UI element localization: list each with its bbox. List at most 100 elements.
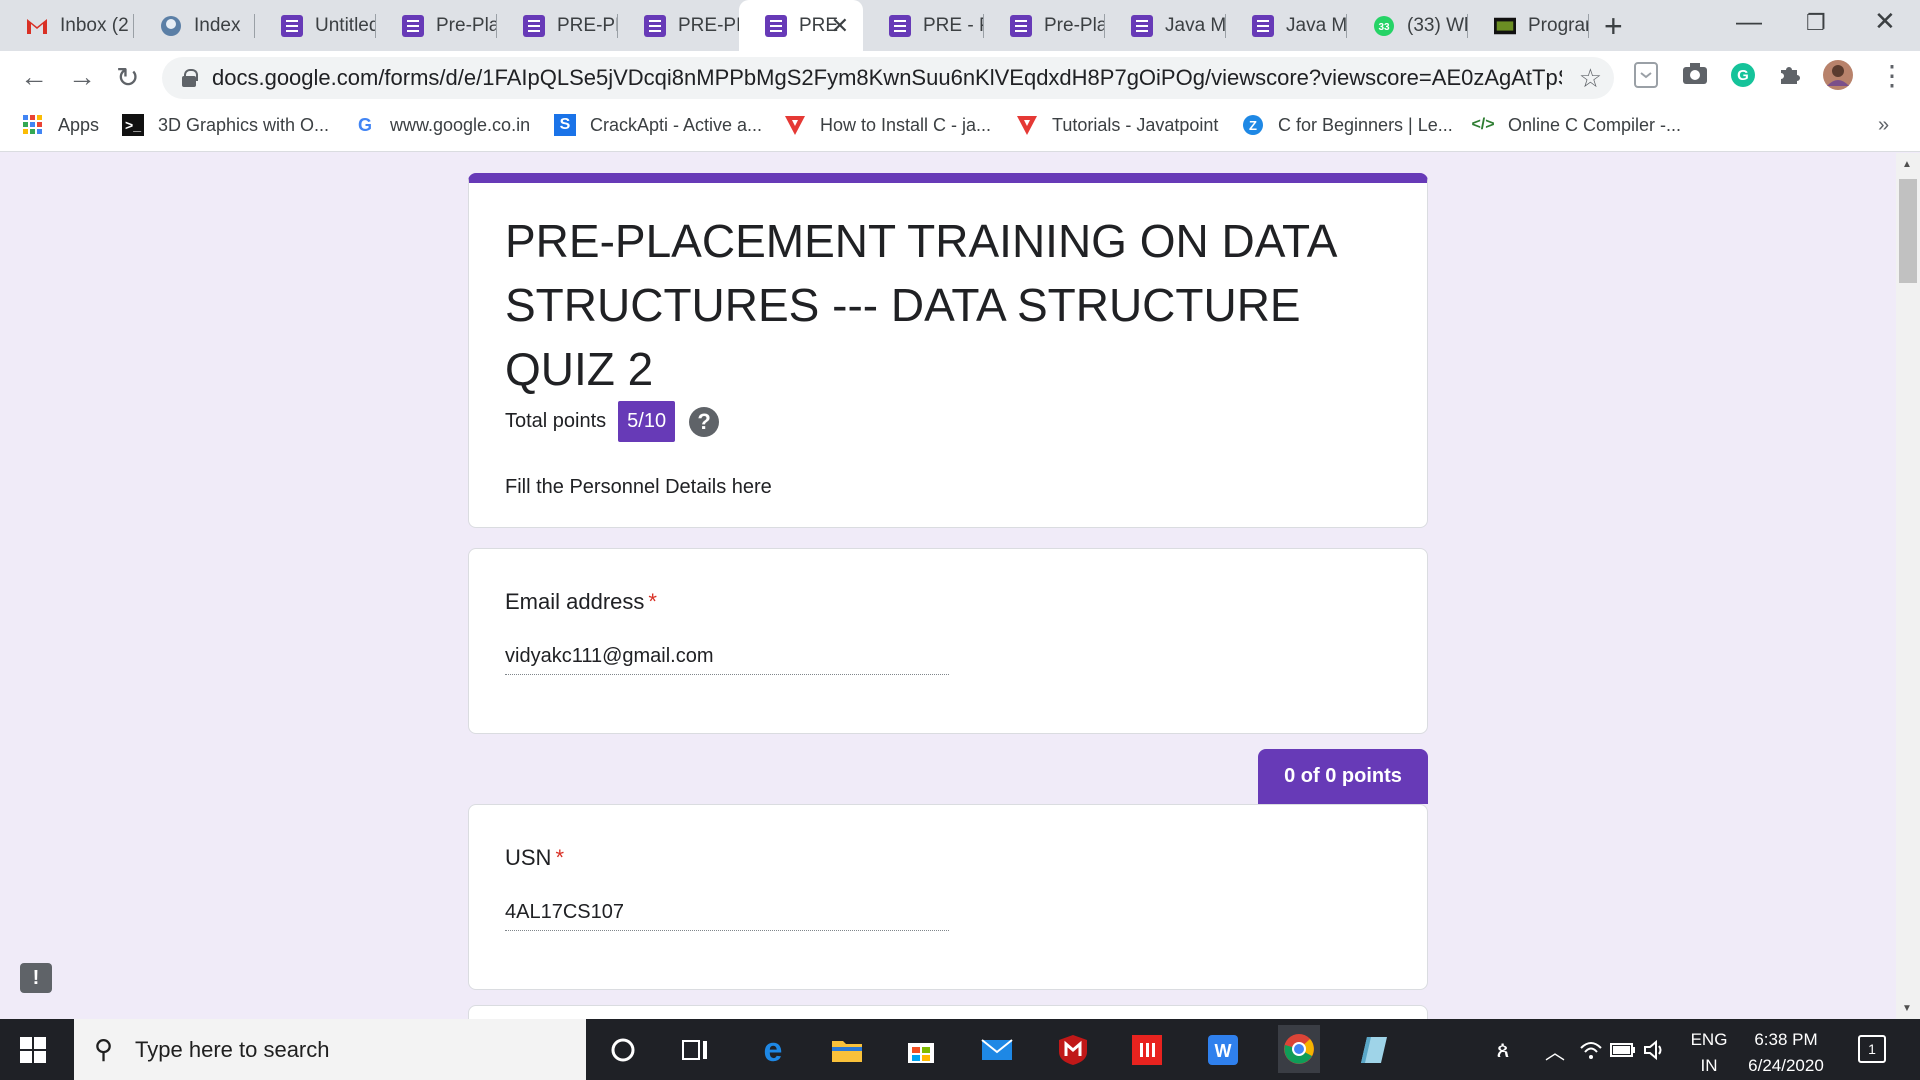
tab-label: Untitled (315, 14, 376, 36)
tab-java-mu-1[interactable]: Java Mu (1105, 0, 1226, 51)
windows-taskbar: ⚲ Type here to search e W ጰ ︿ ENG IN 6:3… (0, 1019, 1920, 1080)
close-window-button[interactable]: ✕ (1874, 6, 1896, 37)
extensions-puzzle-icon[interactable] (1778, 62, 1802, 91)
tab-pre-pla[interactable]: Pre-Pla (984, 0, 1105, 51)
windows-start-icon[interactable] (20, 1037, 46, 1063)
tab-label: (33) Wh (1407, 14, 1468, 36)
bookmark-star-icon[interactable]: ☆ (1579, 63, 1602, 94)
total-points-label: Total points (505, 410, 607, 432)
url-text[interactable]: docs.google.com/forms/d/e/1FAIpQLSe5jVDc… (212, 65, 1562, 91)
pocket-extension-icon[interactable] (1634, 62, 1658, 93)
tab-pre-plac[interactable]: Pre-Plac (376, 0, 497, 51)
forms-icon (889, 14, 911, 37)
taskbar-clock[interactable]: 6:38 PM 6/24/2020 (1738, 1027, 1834, 1079)
form-header-card: PRE-PLACEMENT TRAINING ON DATA STRUCTURE… (468, 173, 1428, 528)
reload-button[interactable]: ↻ (116, 61, 139, 94)
bookmark-3d-graphics[interactable]: >_ 3D Graphics with O... (122, 114, 329, 136)
svg-text:G: G (1737, 67, 1749, 84)
taskbar-search-box[interactable]: ⚲ Type here to search (74, 1019, 586, 1080)
tab-label: PRE-PL/ (678, 14, 739, 36)
tab-untitled[interactable]: Untitled (255, 0, 376, 51)
page-scrollbar[interactable]: ▲ ▼ (1896, 153, 1920, 1019)
javatpoint-icon (784, 114, 806, 136)
bookmark-apps[interactable]: Apps (22, 114, 99, 136)
forms-icon (644, 14, 666, 37)
address-bar[interactable]: docs.google.com/forms/d/e/1FAIpQLSe5jVDc… (162, 57, 1614, 99)
red-app-icon[interactable] (1128, 1031, 1166, 1069)
people-icon[interactable]: ጰ (1484, 1031, 1522, 1069)
tab-label: Pre-Plac (436, 14, 497, 36)
scroll-up-arrow-icon[interactable]: ▲ (1902, 159, 1912, 170)
tab-whatsapp[interactable]: 33 (33) Wh (1347, 0, 1468, 51)
profile-avatar[interactable] (1822, 59, 1854, 96)
close-tab-icon[interactable]: ✕ (831, 13, 849, 39)
microsoft-store-icon[interactable] (902, 1031, 940, 1069)
tab-label: Java Mu (1286, 14, 1347, 36)
action-center-icon[interactable]: 1 (1858, 1035, 1886, 1063)
forward-button[interactable]: → (68, 61, 96, 93)
bookmark-crackapti[interactable]: S CrackApti - Active a... (554, 114, 762, 136)
tab-index[interactable]: Index (134, 0, 255, 51)
bookmark-label: Apps (58, 114, 100, 135)
forms-icon (1010, 14, 1032, 37)
tab-pre-pl-2[interactable]: PRE-PL/ (618, 0, 739, 51)
usn-answer: 4AL17CS107 (505, 901, 949, 931)
bookmark-label: www.google.co.in (390, 114, 531, 135)
camera-extension-icon[interactable] (1682, 62, 1708, 91)
program-icon (1494, 15, 1516, 37)
back-button[interactable]: ← (20, 61, 48, 93)
minimize-button[interactable]: — (1736, 6, 1762, 37)
scroll-down-arrow-icon[interactable]: ▼ (1902, 1003, 1912, 1014)
tab-pre-pl-3[interactable]: PRE - Pl (863, 0, 984, 51)
bookmarks-overflow-icon[interactable]: » (1878, 114, 1889, 137)
bookmark-label: C for Beginners | Le... (1278, 114, 1453, 135)
page-viewport: PRE-PLACEMENT TRAINING ON DATA STRUCTURE… (0, 153, 1920, 1019)
show-hidden-icons-chevron[interactable]: ︿ (1536, 1031, 1574, 1069)
forms-icon (281, 14, 303, 37)
restore-button[interactable]: ❐ (1806, 10, 1826, 36)
forms-icon (1252, 14, 1274, 37)
notepad-app-icon[interactable] (1354, 1031, 1392, 1069)
bookmark-c-beginners[interactable]: Z C for Beginners | Le... (1242, 114, 1453, 136)
search-icon: ⚲ (94, 1034, 114, 1064)
mcafee-icon[interactable] (1054, 1031, 1092, 1069)
input-language-indicator[interactable]: ENG IN (1686, 1027, 1732, 1079)
tab-inbox[interactable]: Inbox (2 (0, 0, 134, 51)
clock-date: 6/24/2020 (1748, 1056, 1824, 1075)
form-title: PRE-PLACEMENT TRAINING ON DATA STRUCTURE… (505, 215, 1335, 395)
task-view-icon[interactable] (676, 1031, 714, 1069)
tab-pre-active[interactable]: PRE ✕ (739, 0, 863, 51)
browser-menu-icon[interactable]: ⋮ (1878, 59, 1906, 92)
edge-browser-icon[interactable]: e (754, 1031, 792, 1069)
scrollbar-thumb[interactable] (1899, 179, 1917, 283)
bookmark-install-c[interactable]: How to Install C - ja... (784, 114, 991, 136)
chrome-taskbar-icon[interactable] (1278, 1025, 1320, 1073)
gmail-icon (26, 15, 48, 37)
bookmark-tutorials-javatpoint[interactable]: Tutorials - Javatpoint (1016, 114, 1218, 136)
bookmark-label: Tutorials - Javatpoint (1052, 114, 1219, 135)
grammarly-icon[interactable]: G (1730, 62, 1756, 93)
tab-program[interactable]: Prograr (1468, 0, 1589, 51)
usn-question-card: USN * 4AL17CS107 (468, 804, 1428, 990)
cortana-icon[interactable] (604, 1031, 642, 1069)
tab-label: PRE - Pl (923, 14, 984, 36)
mail-icon[interactable] (978, 1031, 1016, 1069)
bookmarks-bar: Apps >_ 3D Graphics with O... G www.goog… (0, 104, 1920, 152)
new-tab-button[interactable]: + (1604, 8, 1623, 45)
feedback-icon[interactable]: ! (20, 963, 52, 993)
tab-pre-pl-1[interactable]: PRE-PL/ (497, 0, 618, 51)
file-explorer-icon[interactable] (828, 1031, 866, 1069)
bookmark-online-compiler[interactable]: </> Online C Compiler -... (1471, 114, 1681, 136)
help-icon[interactable]: ? (689, 406, 720, 437)
tab-label: Inbox (2 (60, 14, 129, 36)
wps-writer-icon[interactable]: W (1204, 1031, 1242, 1069)
bookmark-google[interactable]: G www.google.co.in (354, 114, 530, 136)
next-question-card (468, 1005, 1428, 1019)
tab-label: Index (194, 14, 241, 36)
forms-icon (765, 14, 787, 37)
apps-grid-icon (22, 114, 44, 136)
taskbar-search-placeholder: Type here to search (135, 1036, 330, 1062)
volume-icon[interactable] (1636, 1031, 1674, 1069)
tab-java-mu-2[interactable]: Java Mu (1226, 0, 1347, 51)
javatpoint-icon (1016, 114, 1038, 136)
